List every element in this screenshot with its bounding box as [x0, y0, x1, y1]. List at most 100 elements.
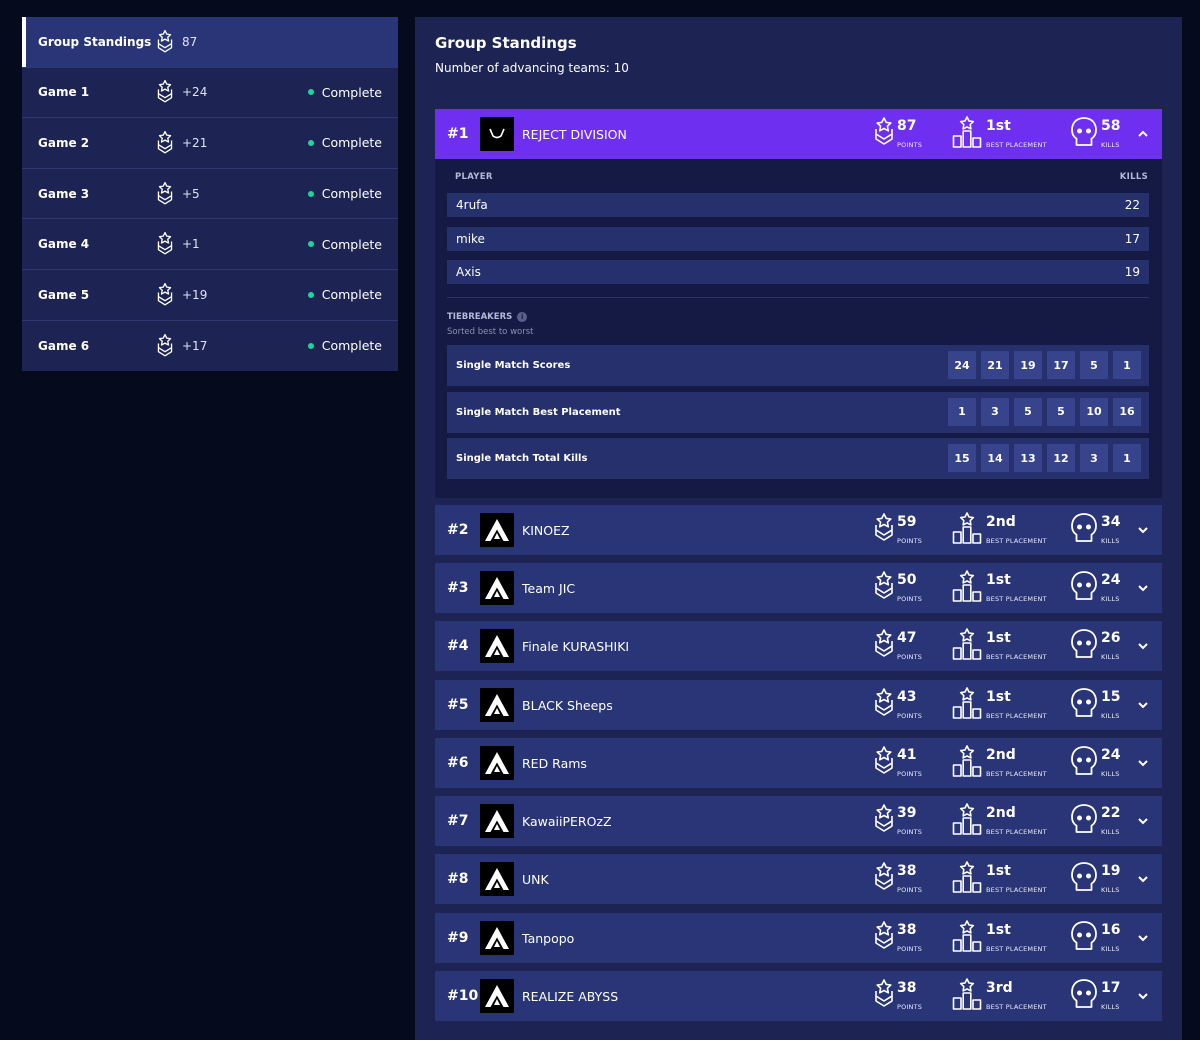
points-label: POINTS: [897, 828, 923, 836]
tiebreaker-value: 19: [1014, 351, 1042, 379]
team-points: 50 POINTS: [873, 570, 943, 606]
standings-panel: Group Standings Number of advancing team…: [415, 17, 1182, 1040]
kills-label: KILLS: [1101, 653, 1120, 661]
games-sidebar: Group Standings 87 Game 1 +24 Complete G…: [22, 17, 398, 372]
team-row[interactable]: #3 Team JIC 50 POINTS 1st BEST PLACEMENT…: [435, 563, 1162, 613]
team-logo: [480, 571, 514, 605]
tiebreaker-value: 16: [1113, 397, 1141, 426]
team-kills: 22 KILLS: [1070, 803, 1140, 839]
points-value: 43: [897, 689, 917, 705]
player-row: mike 17: [447, 226, 1149, 251]
team-kills: 34 KILLS: [1070, 512, 1140, 548]
points-label: POINTS: [897, 945, 923, 953]
team-best-placement: 1st BEST PLACEMENT: [952, 687, 1062, 723]
tiebreaker-values: 15 14 13 12 3 1: [948, 444, 1141, 472]
sidebar-item-label: Game 1: [38, 85, 90, 100]
best-placement-label: BEST PLACEMENT: [986, 653, 1047, 661]
chevron-down-icon[interactable]: [1136, 988, 1150, 1002]
chevron-down-icon[interactable]: [1136, 813, 1150, 827]
tiebreaker-value: 3: [981, 397, 1009, 426]
tiebreaker-value: 3: [1080, 444, 1108, 472]
status-dot: [307, 291, 314, 298]
team-logo: [480, 979, 514, 1013]
team-rank: #10: [447, 988, 479, 1004]
best-placement-label: BEST PLACEMENT: [986, 537, 1047, 545]
team-name: Tanpopo: [522, 930, 575, 946]
sidebar-item-game-3[interactable]: Game 3 +5 Complete: [22, 169, 398, 220]
team-row[interactable]: #5 BLACK Sheeps 43 POINTS 1st BEST PLACE…: [435, 680, 1162, 730]
points-value: 47: [897, 630, 917, 646]
player-kills: 22: [1124, 198, 1140, 212]
chevron-down-icon[interactable]: [1136, 697, 1150, 711]
team-row[interactable]: #4 Finale KURASHIKI 47 POINTS 1st BEST P…: [435, 621, 1162, 671]
team-best-placement: 1st BEST PLACEMENT: [952, 920, 1062, 956]
player-name: Axis: [456, 265, 481, 280]
team-row[interactable]: #2 KINOEZ 59 POINTS 2nd BEST PLACEMENT 3…: [435, 505, 1162, 555]
team-best-placement: 1st BEST PLACEMENT: [952, 628, 1062, 664]
tiebreaker-label: Single Match Best Placement: [456, 406, 621, 418]
tiebreaker-value: 12: [1047, 444, 1075, 472]
chevron-down-icon[interactable]: [1136, 580, 1150, 594]
player-name: 4rufa: [456, 198, 488, 212]
tiebreaker-value: 15: [948, 444, 976, 472]
best-placement-label: BEST PLACEMENT: [986, 828, 1047, 836]
chevron-down-icon[interactable]: [1136, 522, 1150, 536]
chevron-down-icon[interactable]: [1136, 638, 1150, 652]
info-icon[interactable]: i: [517, 312, 528, 322]
tiebreaker-label: Single Match Scores: [456, 360, 571, 371]
team-kills: 16 KILLS: [1070, 920, 1140, 956]
sidebar-item-label: Game 4: [38, 237, 90, 252]
sidebar-item-game-2[interactable]: Game 2 +21 Complete: [22, 118, 398, 169]
team-kills: 58 KILLS: [1070, 116, 1140, 152]
points-icon: [156, 282, 174, 308]
best-placement-value: 1st: [986, 922, 1011, 938]
sidebar-item-game-4[interactable]: Game 4 +1 Complete: [22, 219, 398, 270]
kills-label: KILLS: [1101, 886, 1120, 894]
chevron-down-icon[interactable]: [1136, 930, 1150, 944]
team-row[interactable]: #8 UNK 38 POINTS 1st BEST PLACEMENT 19 K…: [435, 854, 1162, 904]
status-label: Complete: [321, 84, 382, 100]
sidebar-item-game-6[interactable]: Game 6 +17 Complete: [22, 321, 398, 372]
divider: [447, 297, 1149, 298]
points-icon: [156, 29, 174, 55]
team-row[interactable]: #6 RED Rams 41 POINTS 2nd BEST PLACEMENT…: [435, 738, 1162, 788]
sidebar-item-points: 87: [182, 34, 198, 49]
sidebar-item-game-1[interactable]: Game 1 +24 Complete: [22, 68, 398, 119]
team-row[interactable]: #7 KawaiiPEROzZ 39 POINTS 2nd BEST PLACE…: [435, 796, 1162, 846]
team-name: REJECT DIVISION: [522, 126, 627, 142]
kills-column-header: KILLS: [1119, 172, 1148, 182]
chevron-up-icon[interactable]: [1136, 126, 1150, 140]
points-value: 59: [897, 514, 917, 530]
team-logo: [480, 804, 514, 838]
team-name: BLACK Sheeps: [522, 697, 613, 713]
team-row[interactable]: #9 Tanpopo 38 POINTS 1st BEST PLACEMENT …: [435, 913, 1162, 963]
team-row[interactable]: #1 REJECT DIVISION 87 POINTS 1st BEST PL…: [435, 109, 1162, 159]
points-icon: [156, 231, 174, 257]
sidebar-item-group-standings[interactable]: Group Standings 87: [22, 17, 398, 68]
best-placement-value: 1st: [986, 689, 1011, 705]
tiebreaker-value: 1: [1113, 351, 1141, 379]
sidebar-item-game-5[interactable]: Game 5 +19 Complete: [22, 270, 398, 321]
best-placement-label: BEST PLACEMENT: [986, 770, 1047, 778]
status-badge: Complete: [307, 338, 382, 353]
kills-value: 19: [1101, 863, 1121, 879]
team-rank: #5: [447, 697, 469, 713]
team-name: KINOEZ: [522, 522, 570, 538]
points-icon: [156, 79, 174, 105]
player-kills: 17: [1124, 231, 1140, 246]
status-dot: [307, 241, 314, 248]
chevron-down-icon[interactable]: [1136, 755, 1150, 769]
tiebreaker-values: 1 3 5 5 10 16: [948, 397, 1141, 426]
team-row[interactable]: #10 REALIZE ABYSS 38 POINTS 3rd BEST PLA…: [435, 971, 1162, 1021]
kills-label: KILLS: [1101, 141, 1120, 149]
team-logo: [480, 862, 514, 896]
best-placement-value: 1st: [986, 572, 1011, 588]
status-badge: Complete: [307, 186, 382, 201]
status-label: Complete: [321, 135, 382, 151]
kills-value: 24: [1101, 747, 1121, 763]
chevron-down-icon[interactable]: [1136, 871, 1150, 885]
kills-label: KILLS: [1101, 537, 1120, 545]
tiebreaker-row: Single Match Scores 24 21 19 17 5 1: [447, 345, 1149, 386]
sidebar-item-label: Game 5: [38, 287, 90, 302]
best-placement-value: 1st: [986, 118, 1011, 134]
